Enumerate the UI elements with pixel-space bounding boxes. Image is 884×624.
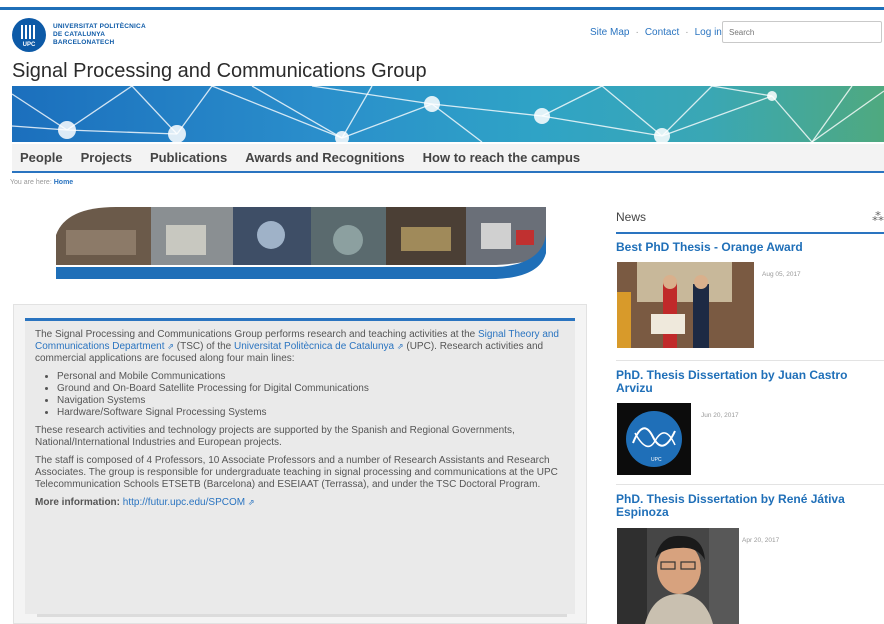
nav-awards[interactable]: Awards and Recognitions <box>245 150 404 165</box>
research-lines-list: Personal and Mobile Communications Groun… <box>35 371 565 419</box>
intro-content: The Signal Processing and Communications… <box>25 318 575 614</box>
upc-logo[interactable]: UPC UNIVERSITAT POLITÈCNICA DE CATALUNYA… <box>12 18 146 52</box>
staff-paragraph: The staff is composed of 4 Professors, 1… <box>35 455 558 490</box>
news-item-image[interactable]: UPC <box>617 403 691 475</box>
list-item: Personal and Mobile Communications <box>57 371 565 383</box>
upc-link[interactable]: Universitat Politècnica de Catalunya <box>234 341 394 352</box>
site-title[interactable]: Signal Processing and Communications Gro… <box>12 60 427 83</box>
top-accent-line <box>0 7 884 10</box>
external-link-icon: ⇗ <box>396 342 404 351</box>
list-item: Hardware/Software Signal Processing Syst… <box>57 407 565 419</box>
external-link-icon: ⇗ <box>247 498 255 507</box>
nav-projects[interactable]: Projects <box>81 150 132 165</box>
news-item-image[interactable] <box>617 528 739 624</box>
news-item-date: Aug 05, 2017 <box>762 271 801 278</box>
top-links: Site Map · Contact · Log in <box>590 27 722 38</box>
search-input[interactable] <box>722 21 882 43</box>
news-divider <box>616 484 884 485</box>
panel-bottom-bar <box>37 614 567 617</box>
intro-panel: The Signal Processing and Communications… <box>13 304 587 624</box>
upc-logo-text: UNIVERSITAT POLITÈCNICA DE CATALUNYA BAR… <box>53 23 146 46</box>
network-banner <box>12 86 884 142</box>
contact-link[interactable]: Contact <box>645 27 679 38</box>
news-heading: News ⁂ <box>616 210 884 224</box>
breadcrumb-home[interactable]: Home <box>54 179 73 186</box>
main-nav: People Projects Publications Awards and … <box>12 144 884 173</box>
more-information-link[interactable]: http://futur.upc.edu/SPCOM <box>123 497 245 508</box>
svg-text:UPC: UPC <box>651 457 662 463</box>
breadcrumb: You are here: Home <box>10 179 74 186</box>
more-information: More information: http://futur.upc.edu/S… <box>35 497 255 508</box>
list-item: Navigation Systems <box>57 395 565 407</box>
nav-publications[interactable]: Publications <box>150 150 227 165</box>
list-item: Ground and On-Board Satellite Processing… <box>57 383 565 395</box>
news-divider <box>616 360 884 361</box>
rss-icon[interactable]: ⁂ <box>872 210 884 224</box>
news-item-title[interactable]: Best PhD Thesis - Orange Award <box>616 241 884 254</box>
news-item-date: Jun 20, 2017 <box>701 412 739 419</box>
news-separator <box>616 232 884 234</box>
news-item-image[interactable] <box>617 262 754 348</box>
site-map-link[interactable]: Site Map <box>590 27 629 38</box>
external-link-icon: ⇗ <box>167 342 174 351</box>
nav-people[interactable]: People <box>20 150 63 165</box>
news-item-title[interactable]: PhD. Thesis Dissertation by René Játiva … <box>616 493 884 519</box>
funding-paragraph: These research activities and technology… <box>35 425 515 448</box>
lab-photo-strip <box>56 205 546 283</box>
news-item-title[interactable]: PhD. Thesis Dissertation by Juan Castro … <box>616 369 884 395</box>
nav-campus[interactable]: How to reach the campus <box>423 150 580 165</box>
upc-logo-icon: UPC <box>12 18 46 52</box>
news-item-date: Apr 20, 2017 <box>742 537 780 544</box>
login-link[interactable]: Log in <box>695 27 722 38</box>
